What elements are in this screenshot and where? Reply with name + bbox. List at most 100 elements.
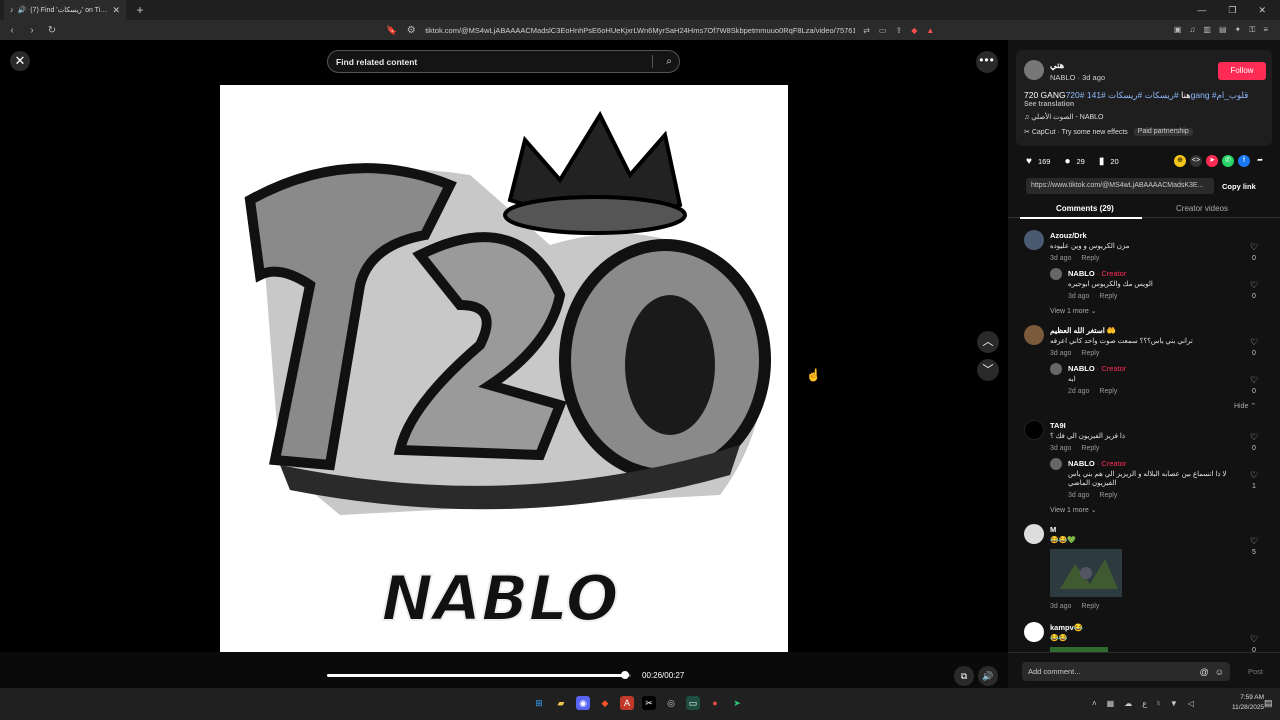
translate-icon[interactable]: ⇄ (863, 26, 870, 35)
comment-author[interactable]: Azouz/Drk (1050, 231, 1087, 240)
reply-button[interactable]: Reply (1081, 603, 1099, 610)
whatsapp-icon[interactable]: ✆ (1222, 155, 1234, 167)
comment-author[interactable]: M (1050, 525, 1056, 534)
search-icon[interactable]: ⌕ (659, 56, 679, 67)
comment-like[interactable]: ♡ 0 (1248, 634, 1260, 652)
tab-creator-videos[interactable]: Creator videos (1176, 204, 1228, 213)
avatar[interactable] (1024, 230, 1044, 250)
comment-author[interactable]: TA9I (1050, 421, 1066, 430)
progress-knob[interactable] (620, 671, 629, 679)
reply-button[interactable]: Reply (1081, 350, 1099, 357)
system-clock[interactable]: 7:59 AM 11/28/2025 (1232, 693, 1264, 713)
avatar[interactable] (1024, 524, 1044, 544)
see-translation-link[interactable]: See translation (1024, 101, 1074, 108)
volume-button[interactable]: 🔊 (978, 666, 998, 686)
capcut-effect[interactable]: ✂ CapCut · Try some new effects (1024, 128, 1128, 136)
coin-share-icon[interactable]: ⊕ (1174, 155, 1186, 167)
send-icon[interactable]: ➤ (1206, 155, 1218, 167)
chevron-up-icon[interactable]: ˄ (1092, 699, 1097, 708)
bookmark-save-icon[interactable]: ▮ (1099, 156, 1105, 167)
file-explorer-icon[interactable]: ▰ (554, 696, 568, 710)
maximize-icon[interactable]: ❐ (1228, 5, 1236, 16)
capcut-app-icon[interactable]: ✂ (642, 696, 656, 710)
comment-like[interactable]: ♡ 5 (1248, 536, 1260, 558)
avatar[interactable] (1024, 420, 1044, 440)
brave-rewards-icon[interactable]: ▲ (926, 26, 934, 35)
comment-icon[interactable]: ● (1064, 156, 1070, 167)
comment-like[interactable]: ♡ 0 (1248, 337, 1260, 359)
bookmark-icon[interactable]: 🔖 (386, 25, 397, 36)
mention-icon[interactable]: @ (1200, 667, 1209, 677)
video-link-field[interactable]: https://www.tiktok.com/@MS4wLjABAAAACMad… (1026, 178, 1214, 194)
cloud-icon[interactable]: ☁ (1124, 699, 1132, 708)
comment-like[interactable]: ♡ 0 (1248, 280, 1260, 302)
tab-close-icon[interactable]: ✕ (112, 5, 120, 16)
sidebar-icon[interactable]: ▥ (1203, 25, 1211, 35)
messenger-icon[interactable]: ➤ (730, 696, 744, 710)
music-ext-icon[interactable]: ♫ (1189, 25, 1195, 35)
wifi-icon[interactable]: ▼ (1170, 699, 1178, 708)
window-close-icon[interactable]: ✕ (1258, 5, 1266, 16)
new-tab-button[interactable]: + (132, 2, 148, 18)
view-more-replies[interactable]: View 1 more ⌄ (1050, 307, 1097, 315)
url-field[interactable]: tiktok.com/@MS4wLjABAAAACMadslC3EoHnhPsE… (425, 26, 855, 35)
reload-icon[interactable]: ↻ (46, 25, 58, 36)
facebook-icon[interactable]: f (1238, 155, 1250, 167)
comment-like[interactable]: ♡ 0 (1248, 375, 1260, 397)
windows-start-icon[interactable]: ⊞ (532, 696, 546, 710)
previous-video-button[interactable]: ︿ (977, 331, 999, 353)
related-search-input[interactable] (336, 56, 646, 67)
comment-like[interactable]: ♡ 1 (1248, 470, 1260, 492)
site-info-icon[interactable]: ⚙ (405, 25, 417, 36)
audio-icon[interactable]: 🔊 (18, 6, 27, 14)
brave-icon[interactable]: ◆ (598, 696, 612, 710)
cast-icon[interactable]: ▭ (879, 26, 887, 35)
vpn-icon[interactable]: ⚿ (1249, 25, 1255, 35)
video-player[interactable]: NABLO 720 (220, 85, 788, 652)
avatar[interactable] (1024, 325, 1044, 345)
obs-icon[interactable]: ◎ (664, 696, 678, 710)
terminal-icon[interactable]: ▭ (686, 696, 700, 710)
avatar[interactable] (1050, 268, 1062, 280)
comment-image[interactable] (1050, 549, 1122, 597)
notification-icon[interactable]: ▤ (1264, 698, 1273, 709)
forward-icon[interactable]: › (26, 25, 38, 36)
reply-button[interactable]: Reply (1081, 255, 1099, 262)
avatar[interactable] (1050, 458, 1062, 470)
more-options-button[interactable]: ••• (976, 51, 998, 73)
next-video-button[interactable]: ﹀ (977, 359, 999, 381)
avatar[interactable] (1024, 60, 1044, 80)
music-row[interactable]: ♫ الصوت الأصلي - NABLO (1024, 113, 1104, 121)
progress-bar[interactable] (327, 671, 631, 679)
avatar[interactable] (1024, 622, 1044, 642)
reply-button[interactable]: Reply (1081, 445, 1099, 452)
share-page-icon[interactable]: ⇪ (895, 26, 902, 35)
hashtags[interactable]: #ريسكات #ريسكات #141 #720gang #قلوب_ام (1066, 90, 1249, 100)
keyboard-icon[interactable]: ع (1142, 699, 1147, 708)
reply-button[interactable]: Reply (1099, 388, 1117, 395)
comment-author[interactable]: NABLO · Creator (1068, 364, 1126, 373)
comment-author[interactable]: NABLO · Creator (1068, 459, 1126, 468)
tab-comments[interactable]: Comments (29) (1056, 204, 1114, 213)
reply-button[interactable]: Reply (1099, 293, 1117, 300)
avatar[interactable] (1050, 363, 1062, 375)
view-more-replies[interactable]: View 1 more ⌄ (1050, 506, 1097, 514)
copy-link-button[interactable]: Copy link (1222, 182, 1256, 191)
follow-button[interactable]: Follow (1218, 62, 1266, 80)
comment-author[interactable]: kampv😂 (1050, 623, 1083, 632)
mic-icon[interactable]: ♮ (1157, 699, 1160, 708)
brave-shield-icon[interactable]: ◆ (911, 26, 917, 35)
comment-like[interactable]: ♡ 0 (1248, 242, 1260, 264)
author-name[interactable]: هتي (1050, 60, 1064, 71)
speaker-icon[interactable]: ◁ (1188, 699, 1194, 708)
picture-in-picture-button[interactable]: ⧉ (954, 666, 974, 686)
minimize-icon[interactable]: — (1197, 5, 1206, 16)
comment-author[interactable]: استغر الله العظيم 🤲 (1050, 326, 1116, 335)
app-icon[interactable]: A (620, 696, 634, 710)
extensions-icon[interactable]: ✦ (1235, 25, 1242, 35)
heart-icon[interactable]: ♥ (1026, 156, 1032, 167)
comment-input[interactable] (1028, 667, 1200, 676)
reader-icon[interactable]: ▤ (1219, 25, 1227, 35)
network-icon[interactable]: ▦ (1107, 699, 1115, 708)
post-button[interactable]: Post (1248, 667, 1263, 676)
